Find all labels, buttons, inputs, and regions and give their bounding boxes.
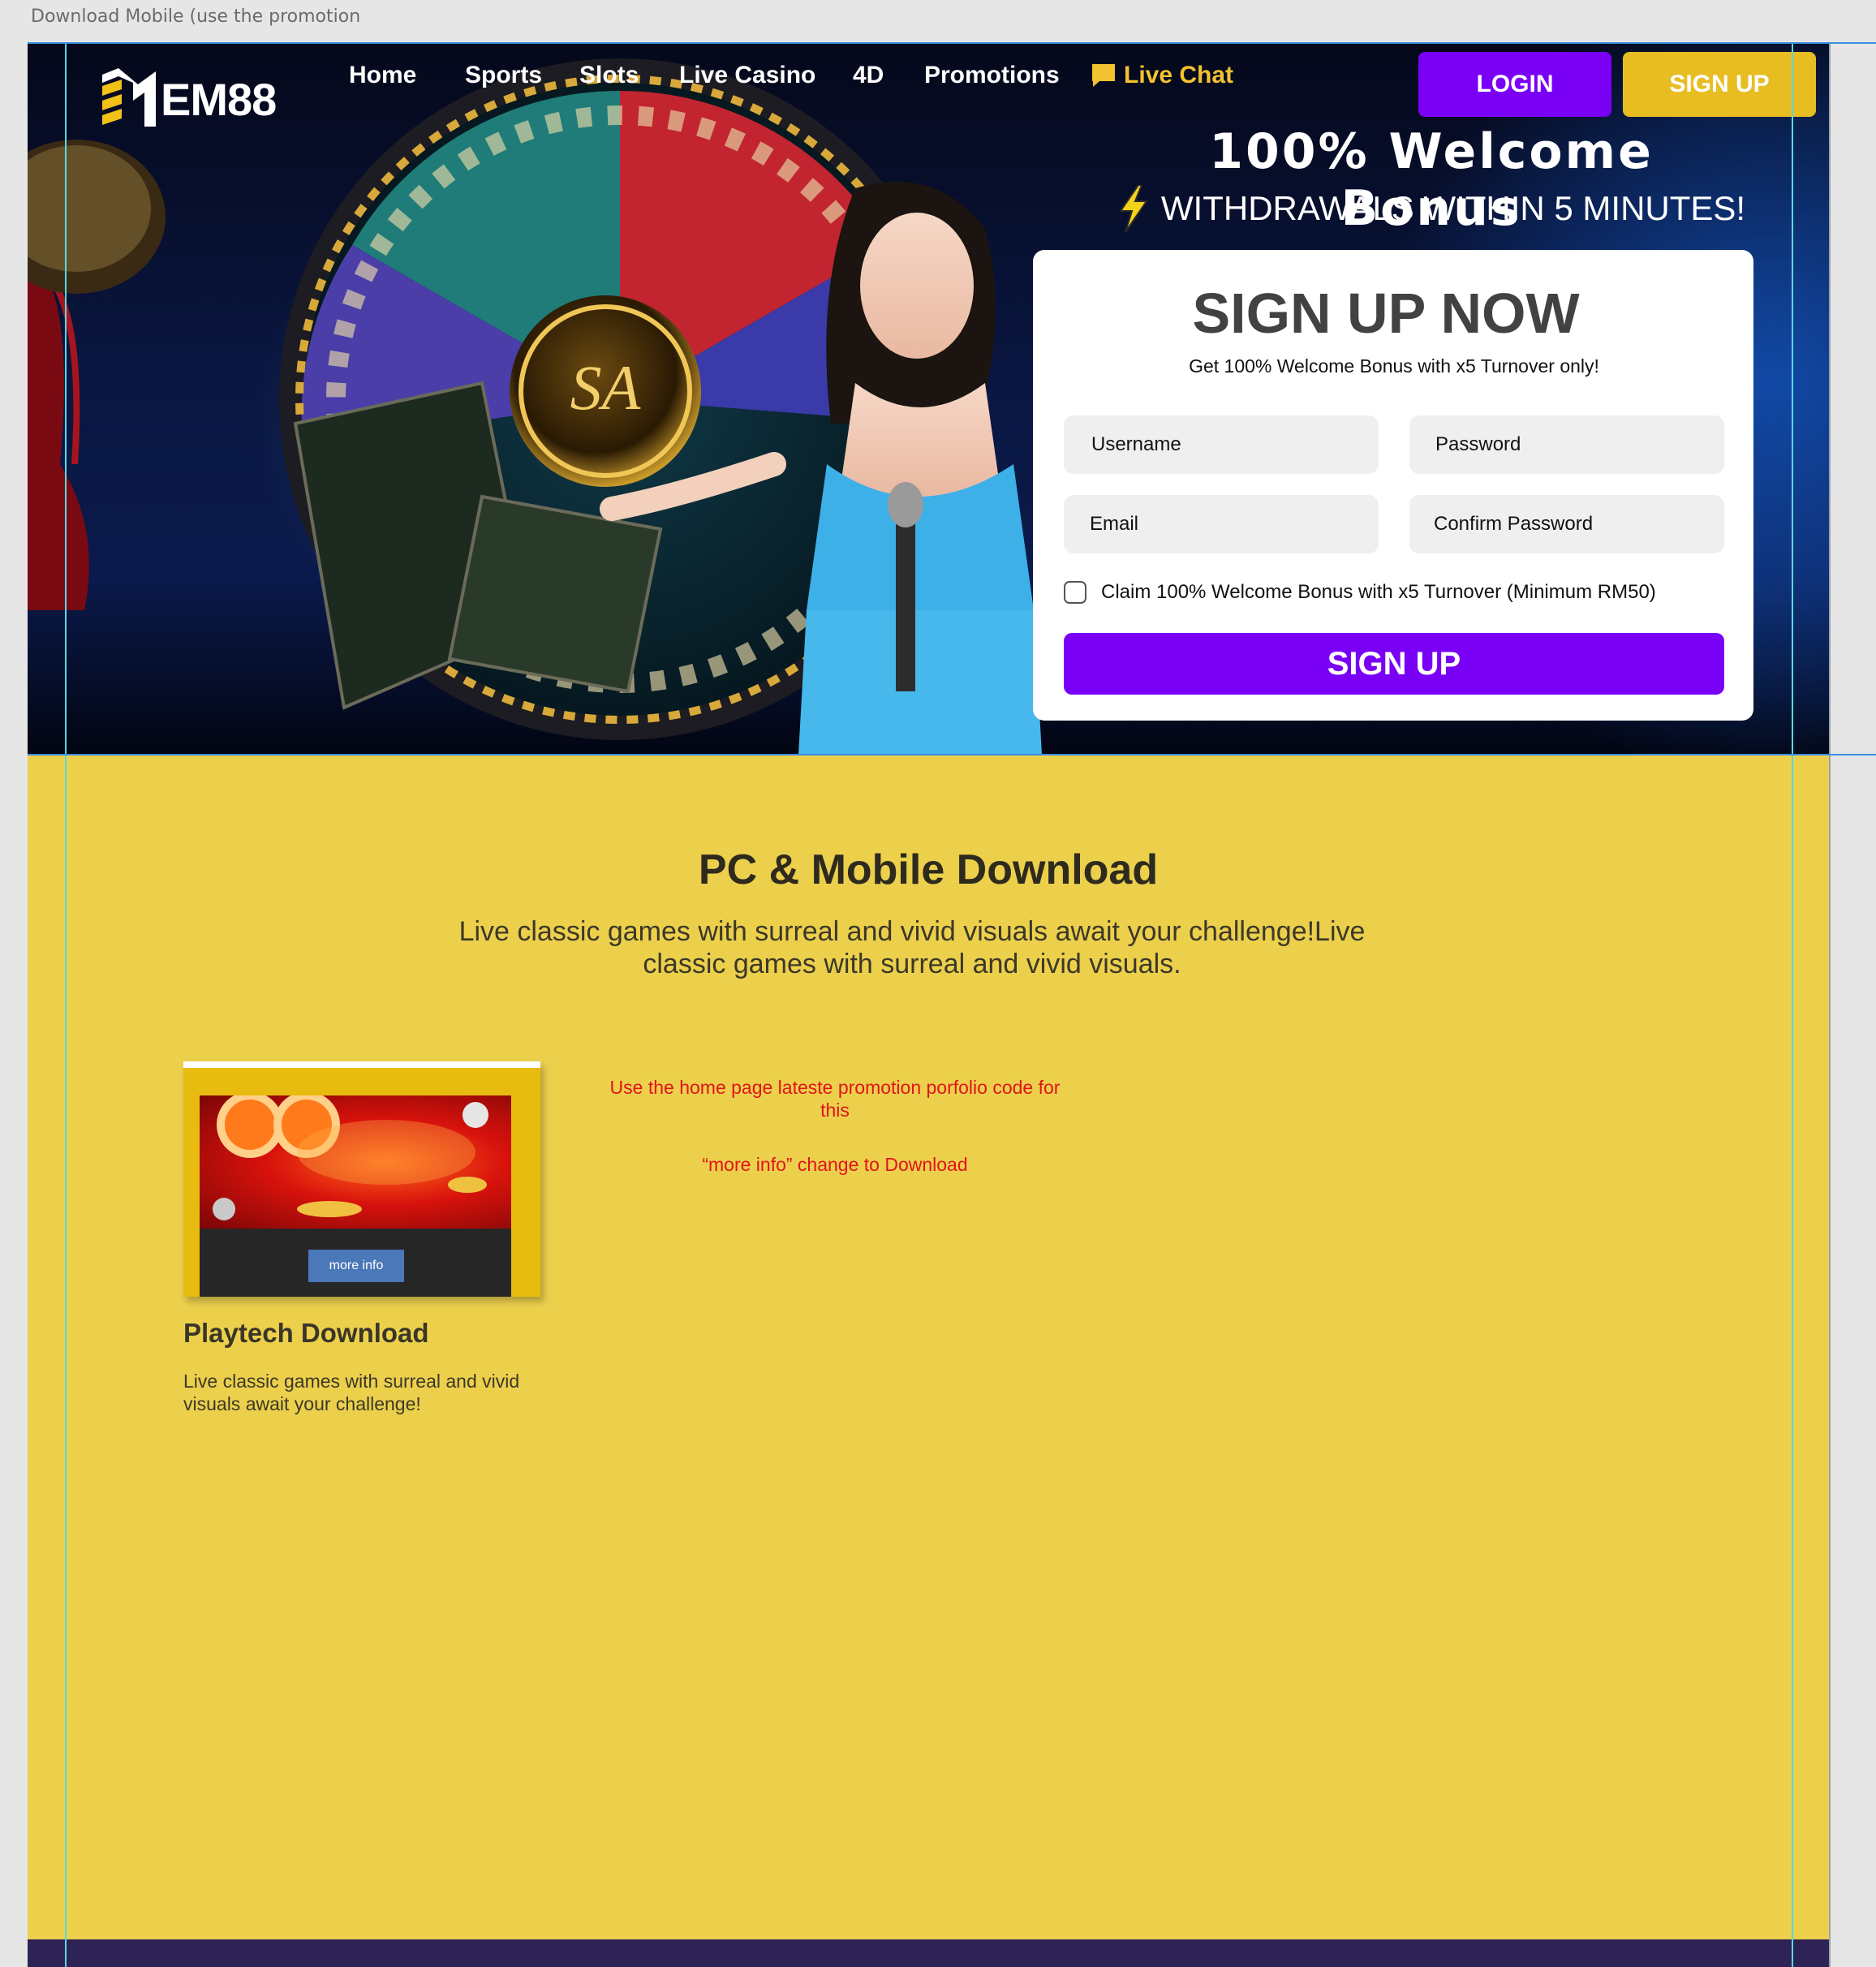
nav-home[interactable]: Home (349, 62, 416, 89)
username-field[interactable]: Username (1064, 415, 1379, 474)
signup-form-card: SIGN UP NOW Get 100% Welcome Bonus with … (1033, 250, 1753, 721)
promo-artwork (213, 1095, 488, 1220)
designer-note-promotion-code: Use the home page lateste promotion porf… (609, 1077, 1061, 1121)
logo-text: EM88 (161, 73, 277, 125)
chat-bubble-icon (1092, 64, 1115, 87)
nav-live-chat[interactable]: Live Chat (1090, 62, 1233, 89)
em88-logo-icon (102, 68, 156, 127)
withdraw-text: WITHDRAWALS WITHIN 5 MINUTES! (1160, 189, 1746, 227)
designer-note-more-info: “more info” change to Download (702, 1154, 968, 1175)
footer-band (28, 1939, 1829, 1967)
signup-submit-button[interactable]: SIGN UP (1064, 633, 1724, 695)
page-artboard: SA EM88 Home Sports Slots Live Casino 4D… (28, 42, 1829, 1967)
guide-line-left (65, 42, 67, 1967)
download-section-description: Live classic games with surreal and vivi… (458, 916, 1366, 979)
email-field[interactable]: Email (1064, 495, 1379, 553)
promo-card-title: Playtech Download (183, 1318, 429, 1348)
nav-promotions[interactable]: Promotions (924, 62, 1060, 89)
promo-card: more info (183, 1061, 540, 1297)
nav-4d[interactable]: 4D (853, 62, 884, 89)
header-signup-button[interactable]: SIGN UP (1623, 52, 1816, 117)
live-chat-label: Live Chat (1124, 62, 1234, 88)
confirm-password-field[interactable]: Confirm Password (1409, 495, 1724, 553)
hero-casino-artwork: SA (28, 58, 1042, 755)
promo-card-description: Live classic games with surreal and vivi… (183, 1371, 520, 1414)
bonus-claim-row: Claim 100% Welcome Bonus with x5 Turnove… (1064, 581, 1656, 604)
bonus-claim-checkbox[interactable] (1064, 581, 1086, 604)
em88-logo[interactable]: EM88 (102, 68, 277, 130)
bonus-claim-label[interactable]: Claim 100% Welcome Bonus with x5 Turnove… (1101, 581, 1656, 604)
promo-card-footer: more info (200, 1229, 511, 1297)
lightning-bolt-icon (1118, 185, 1148, 232)
download-section-title: PC & Mobile Download (698, 846, 1159, 893)
nav-live-casino[interactable]: Live Casino (679, 62, 815, 89)
hero-banner: SA EM88 Home Sports Slots Live Casino 4D… (28, 42, 1829, 755)
more-info-button[interactable]: more info (308, 1250, 404, 1282)
promo-card-image (200, 1095, 511, 1229)
guide-line-top (28, 42, 1876, 44)
guide-line-hero-bottom (28, 754, 1876, 755)
signup-form-subtitle: Get 100% Welcome Bonus with x5 Turnover … (1189, 355, 1599, 377)
artboard-edge (1829, 42, 1831, 1967)
login-button[interactable]: LOGIN (1418, 52, 1611, 117)
svg-text:SA: SA (570, 352, 641, 423)
password-field[interactable]: Password (1409, 415, 1724, 474)
signup-form-title: SIGN UP NOW (1192, 282, 1580, 345)
withdraw-tagline: WITHDRAWALS WITHIN 5 MINUTES! (1099, 185, 1764, 232)
artboard-title: Download Mobile (use the promotion (31, 6, 361, 27)
guide-line-right (1792, 42, 1793, 1967)
nav-slots[interactable]: Slots (579, 62, 639, 89)
nav-sports[interactable]: Sports (465, 62, 542, 89)
